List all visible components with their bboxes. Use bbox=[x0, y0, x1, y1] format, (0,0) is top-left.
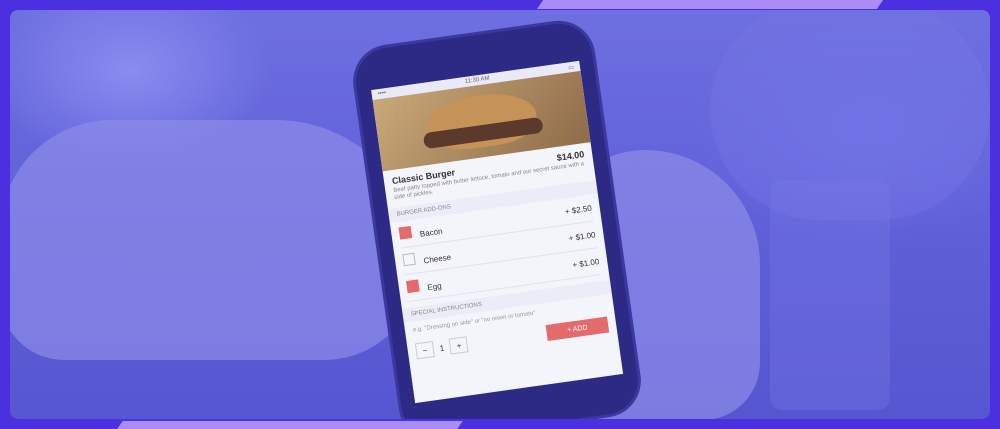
addon-label-wrap: Egg bbox=[406, 277, 442, 296]
phone-screen: •••• 11:30 AM ▭ Classic Burger $14.00 Be… bbox=[371, 60, 624, 404]
left-hand bbox=[10, 120, 420, 360]
addon-label-wrap: Bacon bbox=[398, 222, 444, 242]
addon-label-egg: Egg bbox=[426, 281, 443, 293]
order-form: Classic Burger $14.00 Beef patty topped … bbox=[383, 142, 618, 367]
add-to-order-button[interactable]: + ADD bbox=[545, 316, 610, 342]
addon-price-cheese: + $1.00 bbox=[568, 230, 597, 243]
addon-label-bacon: Bacon bbox=[419, 227, 444, 240]
checkbox-cheese[interactable] bbox=[402, 253, 416, 267]
addon-price-egg: + $1.00 bbox=[571, 256, 600, 270]
addon-price-bacon: + $2.50 bbox=[564, 203, 593, 217]
decrease-button[interactable]: − bbox=[414, 341, 435, 360]
increase-button[interactable]: + bbox=[449, 336, 470, 355]
page-frame: •••• 11:30 AM ▭ Classic Burger $14.00 Be… bbox=[0, 0, 1000, 429]
hero-photo: •••• 11:30 AM ▭ Classic Burger $14.00 Be… bbox=[10, 10, 990, 419]
quantity-value: 1 bbox=[439, 343, 445, 353]
signal-icon: •••• bbox=[377, 90, 387, 98]
addon-label-cheese: Cheese bbox=[423, 253, 452, 266]
checkbox-egg[interactable] bbox=[406, 279, 420, 294]
battery-icon: ▭ bbox=[567, 64, 575, 71]
bottom-accent-stripe bbox=[117, 421, 463, 429]
top-accent-stripe bbox=[536, 0, 884, 9]
checkbox-bacon[interactable] bbox=[398, 226, 413, 240]
smartphone: •••• 11:30 AM ▭ Classic Burger $14.00 Be… bbox=[351, 19, 643, 419]
addon-label-wrap: Cheese bbox=[402, 248, 452, 269]
